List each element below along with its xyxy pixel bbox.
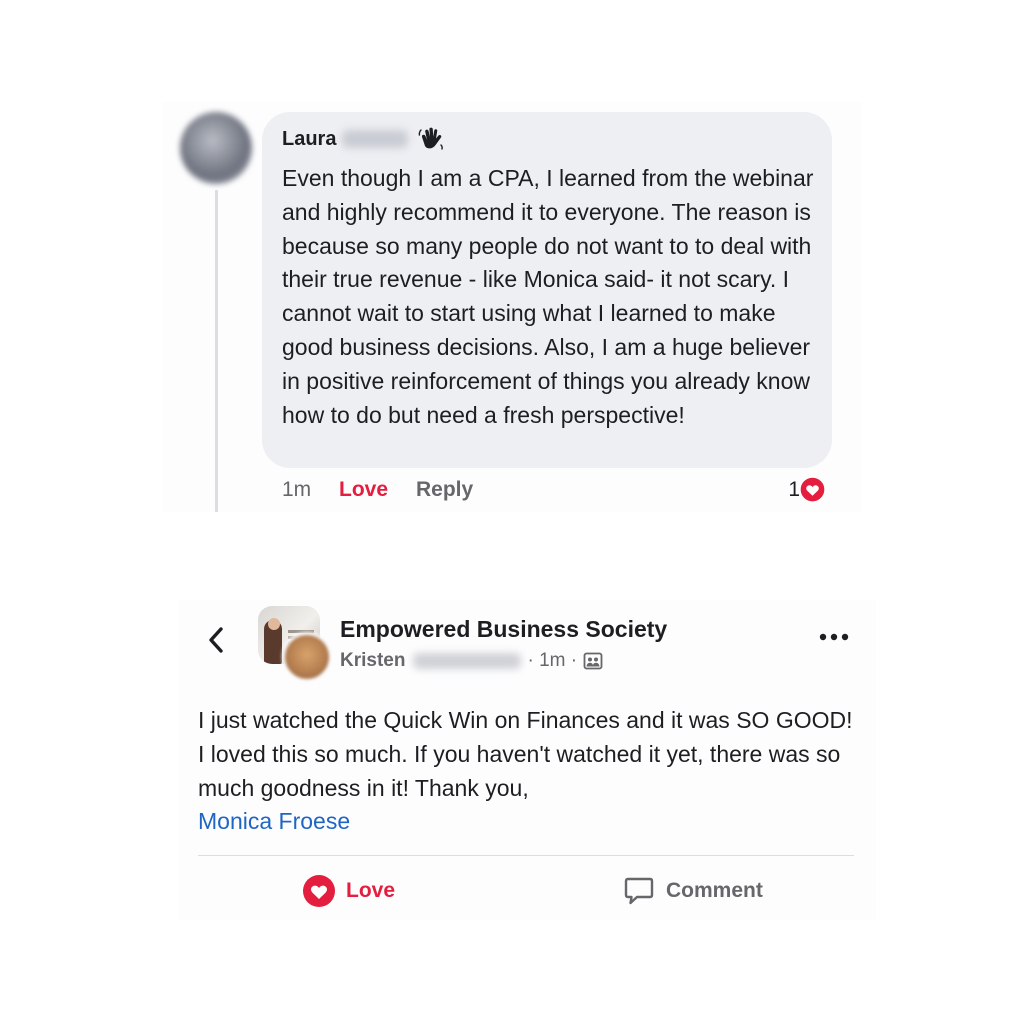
- post-divider: [198, 855, 854, 856]
- group-avatar-face: [268, 618, 280, 630]
- testimonial-canvas: Laura Even though I am a CPA, I learned …: [0, 0, 1024, 1024]
- back-chevron-icon[interactable]: [204, 624, 228, 656]
- post-meta-row: Kristen · 1m ·: [340, 650, 603, 672]
- waving-hand-icon: [419, 127, 444, 150]
- poster-avatar[interactable]: [282, 632, 332, 682]
- post-author-surname-blurred: [413, 653, 522, 669]
- group-members-icon: [583, 652, 603, 670]
- group-name[interactable]: Empowered Business Society: [340, 616, 667, 643]
- post-body: I just watched the Quick Win on Finances…: [198, 707, 853, 801]
- thread-line: [215, 190, 218, 512]
- love-reaction-icon: [303, 875, 335, 907]
- post-love-label: Love: [346, 879, 396, 902]
- post-text: I just watched the Quick Win on Finances…: [198, 704, 858, 839]
- comment-actions: 1m Love Reply 1: [282, 476, 842, 506]
- comment-reply-button[interactable]: Reply: [416, 478, 473, 502]
- post-comment-label: Comment: [666, 879, 763, 902]
- comment-bubble: Laura Even though I am a CPA, I learned …: [262, 112, 832, 468]
- more-options-icon[interactable]: [818, 628, 850, 646]
- post-love-button[interactable]: Love: [302, 874, 395, 908]
- comment-card: Laura Even though I am a CPA, I learned …: [162, 102, 862, 512]
- post-timestamp[interactable]: · 1m ·: [527, 650, 577, 672]
- post-author-name[interactable]: Kristen: [340, 650, 405, 672]
- comment-author-name[interactable]: Laura: [282, 128, 336, 151]
- comment-timestamp[interactable]: 1m: [282, 478, 311, 502]
- comment-author-row: Laura: [282, 126, 444, 152]
- post-comment-button[interactable]: Comment: [622, 874, 763, 908]
- comment-author-surname-blurred: [342, 130, 409, 148]
- post-card: Empowered Business Society Kristen · 1m …: [178, 600, 876, 920]
- heart-icon[interactable]: [799, 476, 826, 503]
- commenter-avatar[interactable]: [180, 112, 252, 184]
- comment-text: Even though I am a CPA, I learned from t…: [282, 165, 814, 428]
- comment-bubble-icon: [624, 877, 654, 905]
- mention-link[interactable]: Monica Froese: [198, 808, 350, 834]
- comment-love-button[interactable]: Love: [339, 478, 388, 502]
